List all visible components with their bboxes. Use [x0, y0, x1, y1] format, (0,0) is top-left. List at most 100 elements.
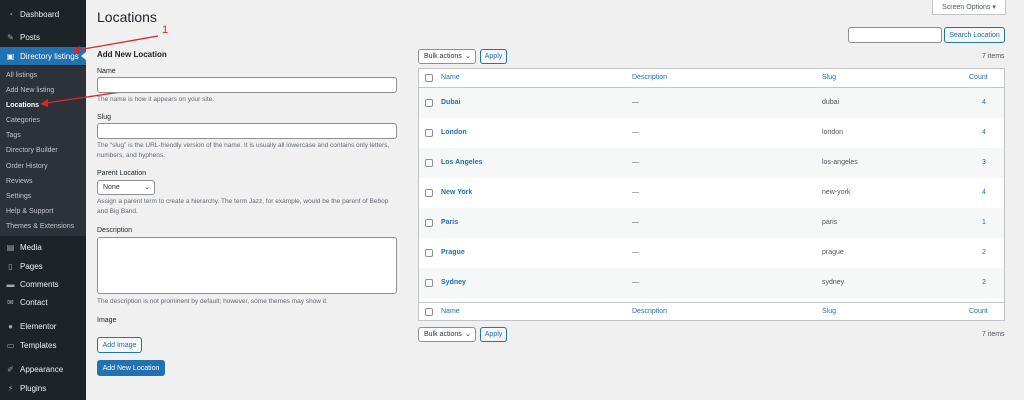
submenu-settings[interactable]: Settings [6, 193, 31, 200]
column-description-footer[interactable]: Description [632, 308, 667, 315]
table-row: New York — new-york 4 [419, 178, 1004, 208]
add-new-heading: Add New Location [97, 50, 167, 59]
comments-icon: ▬ [6, 279, 15, 289]
brush-icon: ✐ [7, 364, 14, 374]
slug-input[interactable] [97, 123, 397, 139]
add-image-button[interactable]: Add Image [97, 337, 142, 353]
table-footer: Name Description Slug Count [419, 302, 1004, 321]
pages-icon: ▯ [8, 261, 13, 271]
table-row: Los Angeles — los-angeles 3 [419, 148, 1004, 178]
menu-label: Contact [20, 297, 48, 307]
menu-label: Media [20, 242, 42, 252]
menu-appearance[interactable]: ✐ Appearance [0, 360, 86, 378]
row-checkbox[interactable] [425, 99, 433, 107]
image-label: Image [97, 317, 117, 324]
bulk-actions-select-bottom[interactable]: Bulk actions ⌄ [418, 327, 476, 342]
annotation-arrow-1 [77, 35, 159, 51]
row-checkbox[interactable] [425, 279, 433, 287]
annotation-number-1: 1 [162, 24, 169, 36]
row-name-link[interactable]: Dubai [441, 99, 460, 106]
menu-elementor[interactable]: ● Elementor [0, 317, 86, 335]
select-all-checkbox[interactable] [425, 74, 433, 82]
submenu-themes-extensions[interactable]: Themes & Extensions [6, 223, 74, 230]
column-name[interactable]: Name [441, 74, 460, 81]
column-name-footer[interactable]: Name [441, 308, 460, 315]
menu-plugins[interactable]: ⚡ Plugins [0, 379, 86, 397]
submenu-order-history[interactable]: Order History [6, 163, 48, 170]
screen-options-button[interactable]: Screen Options ▾ [932, 0, 1006, 15]
row-name-link[interactable]: New York [441, 189, 472, 196]
table-row: Paris — paris 1 [419, 208, 1004, 238]
row-slug: los-angeles [822, 159, 858, 166]
column-count[interactable]: Count [969, 74, 988, 81]
bulk-actions-value: Bulk actions [424, 331, 462, 338]
column-description[interactable]: Description [632, 74, 667, 81]
plug-icon: ⚡ [7, 383, 14, 393]
row-count-link[interactable]: 4 [982, 129, 986, 136]
annotation-arrowhead-2 [40, 99, 48, 107]
submenu-reviews[interactable]: Reviews [6, 178, 32, 185]
submenu-help-support[interactable]: Help & Support [6, 208, 53, 215]
submenu-directory-builder[interactable]: Directory Builder [6, 147, 58, 154]
row-count-link[interactable]: 4 [982, 99, 986, 106]
menu-label: Plugins [20, 383, 47, 393]
table-row: Dubai — dubai 4 [419, 88, 1004, 118]
menu-templates[interactable]: ▭ Templates [0, 336, 86, 354]
row-name-link[interactable]: Sydney [441, 279, 466, 286]
table-row: Sydney — sydney 2 [419, 268, 1004, 298]
search-input[interactable] [848, 27, 942, 43]
table-header: Name Description Slug Count [419, 69, 1004, 88]
menu-contact[interactable]: ✉ Contact [0, 293, 86, 311]
row-checkbox[interactable] [425, 249, 433, 257]
column-slug[interactable]: Slug [822, 74, 836, 81]
row-slug: new-york [822, 189, 851, 196]
description-label: Description [97, 227, 133, 234]
row-count-link[interactable]: 4 [982, 189, 986, 196]
row-checkbox[interactable] [425, 159, 433, 167]
select-all-checkbox-footer[interactable] [425, 308, 433, 316]
apply-button-bottom[interactable]: Apply [480, 327, 507, 342]
row-description: — [632, 99, 639, 106]
column-slug-footer[interactable]: Slug [822, 308, 836, 315]
row-checkbox[interactable] [425, 189, 433, 197]
name-description: The name is how it appears on your site. [97, 96, 215, 103]
menu-pages[interactable]: ▯ Pages [0, 257, 86, 275]
row-description: — [632, 129, 639, 136]
folder-icon: ▭ [6, 340, 15, 350]
items-count-bottom: 7 items [982, 331, 1005, 338]
menu-label: Templates [20, 340, 57, 350]
mail-icon: ✉ [7, 297, 14, 307]
submenu-tags[interactable]: Tags [6, 132, 21, 139]
bulk-actions-select-top[interactable]: Bulk actions ⌄ [418, 49, 476, 64]
row-name-link[interactable]: London [441, 129, 467, 136]
row-checkbox[interactable] [425, 219, 433, 227]
description-textarea[interactable] [97, 237, 397, 294]
row-count-link[interactable]: 2 [982, 279, 986, 286]
media-icon: ▤ [6, 242, 15, 252]
row-count-link[interactable]: 1 [982, 219, 986, 226]
name-label: Name [97, 68, 116, 75]
parent-location-select[interactable]: None ⌄ [97, 180, 155, 195]
apply-button-top[interactable]: Apply [480, 49, 507, 64]
row-description: — [632, 279, 639, 286]
search-location-button[interactable]: Search Location [944, 27, 1005, 43]
row-slug: london [822, 129, 844, 136]
row-description: — [632, 189, 639, 196]
name-input[interactable] [97, 77, 397, 93]
add-new-location-button[interactable]: Add New Location [97, 360, 165, 376]
menu-comments[interactable]: ▬ Comments [0, 275, 86, 293]
row-slug: sydney [822, 279, 845, 286]
row-name-link[interactable]: Los Angeles [441, 159, 482, 166]
column-count-footer[interactable]: Count [969, 308, 988, 315]
locations-table: Name Description Slug Count Dubai — duba… [418, 68, 1005, 321]
row-slug: prague [822, 249, 844, 256]
menu-label: Appearance [20, 364, 64, 374]
menu-media[interactable]: ▤ Media [0, 238, 86, 256]
row-name-link[interactable]: Paris [441, 219, 458, 226]
row-checkbox[interactable] [425, 129, 433, 137]
chevron-down-icon: ⌄ [465, 331, 471, 338]
row-count-link[interactable]: 2 [982, 249, 986, 256]
row-count-link[interactable]: 3 [982, 159, 986, 166]
page-title: Locations [97, 9, 157, 25]
row-name-link[interactable]: Prague [441, 249, 465, 256]
